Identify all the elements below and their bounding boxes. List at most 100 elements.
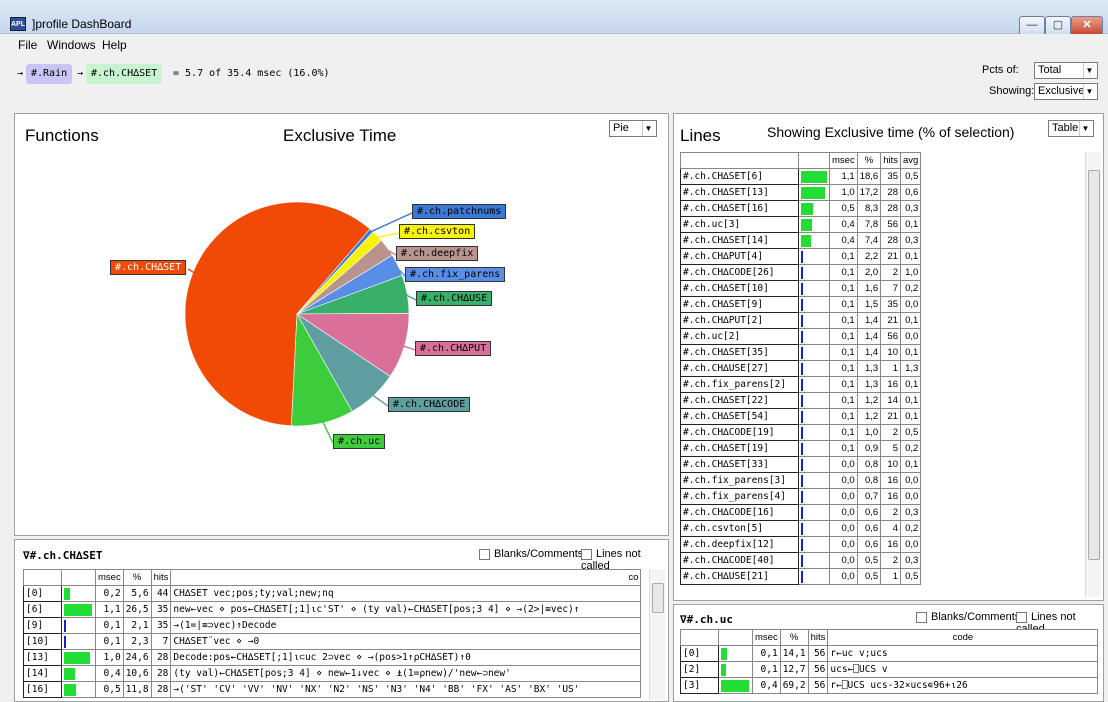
table-row[interactable]: #.ch.CH∆USE[21] 0,0 0,5 1 0,5 (680, 568, 922, 585)
table-row[interactable]: #.ch.CH∆SET[54] 0,1 1,2 21 0,1 (680, 408, 922, 425)
code-row[interactable]: [6] 1,1 26,5 35 new←vec ⋄ pos←CH∆SET[;1]⍳c'S… (23, 601, 642, 618)
line-number[interactable]: [9] (23, 617, 62, 634)
table-row[interactable]: #.ch.CH∆CODE[19] 0,1 1,0 2 0,5 (680, 424, 922, 441)
line-number[interactable]: [2] (680, 661, 719, 678)
scroll-thumb[interactable] (652, 583, 664, 613)
line-name[interactable]: #.ch.CH∆CODE[16] (680, 504, 799, 521)
lines-view-select[interactable]: Table ▼ (1048, 120, 1094, 137)
showing-select[interactable]: Exclusive ▼ (1034, 83, 1098, 100)
table-row[interactable]: #.ch.CH∆SET[16] 0,5 8,3 28 0,3 (680, 200, 922, 217)
line-number[interactable]: [14] (23, 665, 62, 682)
line-name[interactable]: #.ch.CH∆PUT[4] (680, 248, 799, 265)
table-row[interactable]: #.ch.uc[2] 0,1 1,4 56 0,0 (680, 328, 922, 345)
scroll-thumb[interactable] (1088, 170, 1100, 560)
table-row[interactable]: #.ch.deepfix[12] 0,0 0,6 16 0,0 (680, 536, 922, 553)
table-row[interactable]: #.ch.CH∆CODE[16] 0,0 0,6 2 0,3 (680, 504, 922, 521)
line-number[interactable]: [13] (23, 649, 62, 666)
line-name[interactable]: #.ch.CH∆SET[10] (680, 280, 799, 297)
line-number[interactable]: [0] (680, 645, 719, 662)
path-tag-rain[interactable]: #.Rain (26, 64, 73, 84)
col-header[interactable]: msec (752, 629, 781, 646)
table-row[interactable]: #.ch.CH∆SET[13] 1,0 17,2 28 0,6 (680, 184, 922, 201)
col-header[interactable]: % (122, 569, 152, 586)
col-header[interactable]: code (827, 629, 1099, 646)
table-row[interactable]: #.ch.CH∆SET[6] 1,1 18,6 35 0,5 (680, 168, 922, 185)
col-header[interactable]: % (779, 629, 809, 646)
minimize-button[interactable]: — (1019, 16, 1045, 36)
code-row[interactable]: [2] 0,1 12,7 56 ucs←⎕UCS v (680, 661, 1099, 678)
line-name[interactable]: #.ch.CH∆SET[33] (680, 456, 799, 473)
code-row[interactable]: [10] 0,1 2,3 7 CH∆SET¨vec ⋄ →0 (23, 633, 642, 650)
table-row[interactable]: #.ch.CH∆PUT[4] 0,1 2,2 21 0,1 (680, 248, 922, 265)
line-name[interactable]: #.ch.CH∆SET[13] (680, 184, 799, 201)
line-name[interactable]: #.ch.CH∆SET[14] (680, 232, 799, 249)
code-row[interactable]: [9] 0,1 2,1 35 →(1=|≡⊃vec)↑Decode (23, 617, 642, 634)
menu-help[interactable]: Help (102, 38, 127, 52)
lines-scrollbar[interactable] (1085, 152, 1101, 597)
table-row[interactable]: #.ch.CH∆SET[10] 0,1 1,6 7 0,2 (680, 280, 922, 297)
line-name[interactable]: #.ch.CH∆SET[16] (680, 200, 799, 217)
code-row[interactable]: [16] 0,5 11,8 28 →('ST' 'CV' 'VV' 'NV' 'NX' … (23, 681, 642, 698)
col-header[interactable]: co (170, 569, 642, 586)
line-name[interactable]: #.ch.deepfix[12] (680, 536, 799, 553)
table-row[interactable]: #.ch.CH∆SET[33] 0,0 0,8 10 0,1 (680, 456, 922, 473)
code-row[interactable]: [0] 0,2 5,6 44 CH∆SET vec;pos;ty;val;new;nq (23, 585, 642, 602)
table-row[interactable]: #.ch.CH∆CODE[40] 0,0 0,5 2 0,3 (680, 552, 922, 569)
line-name[interactable]: #.ch.CH∆USE[27] (680, 360, 799, 377)
line-name[interactable]: #.ch.uc[2] (680, 328, 799, 345)
code-scrollbar[interactable] (649, 569, 665, 700)
col-header[interactable]: msec (829, 152, 858, 169)
line-name[interactable]: #.ch.csvton[5] (680, 520, 799, 537)
line-name[interactable]: #.ch.CH∆SET[19] (680, 440, 799, 457)
menu-file[interactable]: File (18, 38, 37, 52)
col-header[interactable]: hits (807, 629, 829, 646)
col-header[interactable]: hits (880, 152, 901, 169)
table-row[interactable]: #.ch.CH∆CODE[26] 0,1 2,0 2 1,0 (680, 264, 922, 281)
line-number[interactable]: [6] (23, 601, 62, 618)
code-row[interactable]: [14] 0,4 10,6 28 (ty val)←CH∆SET[pos;3 4] ⋄ … (23, 665, 642, 682)
blanks-checkbox[interactable]: Blanks/Comments (479, 548, 583, 560)
pcts-of-select[interactable]: Total ▼ (1034, 62, 1098, 79)
line-name[interactable]: #.ch.CH∆SET[22] (680, 392, 799, 409)
close-button[interactable]: ✕ (1071, 16, 1103, 36)
line-name[interactable]: #.ch.CH∆SET[35] (680, 344, 799, 361)
line-name[interactable]: #.ch.CH∆CODE[40] (680, 552, 799, 569)
line-name[interactable]: #.ch.CH∆SET[9] (680, 296, 799, 313)
col-header[interactable]: msec (95, 569, 124, 586)
line-number[interactable]: [3] (680, 677, 719, 694)
path-tag-chset[interactable]: #.ch.CH∆SET (86, 64, 163, 84)
checkbox-box[interactable] (916, 611, 927, 623)
code-row[interactable]: [13] 1,0 24,6 28 Decode:pos←CH∆SET[;1]⍳⊂uc 2… (23, 649, 642, 666)
line-name[interactable]: #.ch.uc[3] (680, 216, 799, 233)
line-name[interactable]: #.ch.CH∆SET[54] (680, 408, 799, 425)
table-row[interactable]: #.ch.CH∆SET[19] 0,1 0,9 5 0,2 (680, 440, 922, 457)
line-name[interactable]: #.ch.fix_parens[3] (680, 472, 799, 489)
table-row[interactable]: #.ch.CH∆SET[9] 0,1 1,5 35 0,0 (680, 296, 922, 313)
line-name[interactable]: #.ch.CH∆CODE[19] (680, 424, 799, 441)
line-name[interactable]: #.ch.CH∆USE[21] (680, 568, 799, 585)
line-name[interactable]: #.ch.fix_parens[2] (680, 376, 799, 393)
table-row[interactable]: #.ch.uc[3] 0,4 7,8 56 0,1 (680, 216, 922, 233)
table-row[interactable]: #.ch.fix_parens[3] 0,0 0,8 16 0,0 (680, 472, 922, 489)
col-header[interactable]: hits (150, 569, 172, 586)
checkbox-box[interactable] (1016, 611, 1027, 623)
line-number[interactable]: [0] (23, 585, 62, 602)
table-row[interactable]: #.ch.fix_parens[2] 0,1 1,3 16 0,1 (680, 376, 922, 393)
line-number[interactable]: [10] (23, 633, 62, 650)
table-row[interactable]: #.ch.fix_parens[4] 0,0 0,7 16 0,0 (680, 488, 922, 505)
code-row[interactable]: [3] 0,4 69,2 56 r←⎕UCS ucs-32×ucs∊96+⍳26 (680, 677, 1099, 694)
col-header[interactable]: % (856, 152, 882, 169)
table-row[interactable]: #.ch.csvton[5] 0,0 0,6 4 0,2 (680, 520, 922, 537)
line-name[interactable]: #.ch.CH∆PUT[2] (680, 312, 799, 329)
table-row[interactable]: #.ch.CH∆SET[14] 0,4 7,4 28 0,3 (680, 232, 922, 249)
blanks-checkbox[interactable]: Blanks/Comments (916, 611, 1020, 623)
line-name[interactable]: #.ch.fix_parens[4] (680, 488, 799, 505)
col-header[interactable]: avg (899, 152, 922, 169)
line-name[interactable]: #.ch.CH∆SET[6] (680, 168, 799, 185)
table-row[interactable]: #.ch.CH∆SET[22] 0,1 1,2 14 0,1 (680, 392, 922, 409)
line-number[interactable]: [16] (23, 681, 62, 698)
code-row[interactable]: [0] 0,1 14,1 56 r←uc v;ucs (680, 645, 1099, 662)
line-name[interactable]: #.ch.CH∆CODE[26] (680, 264, 799, 281)
checkbox-box[interactable] (479, 548, 490, 560)
table-row[interactable]: #.ch.CH∆PUT[2] 0,1 1,4 21 0,1 (680, 312, 922, 329)
